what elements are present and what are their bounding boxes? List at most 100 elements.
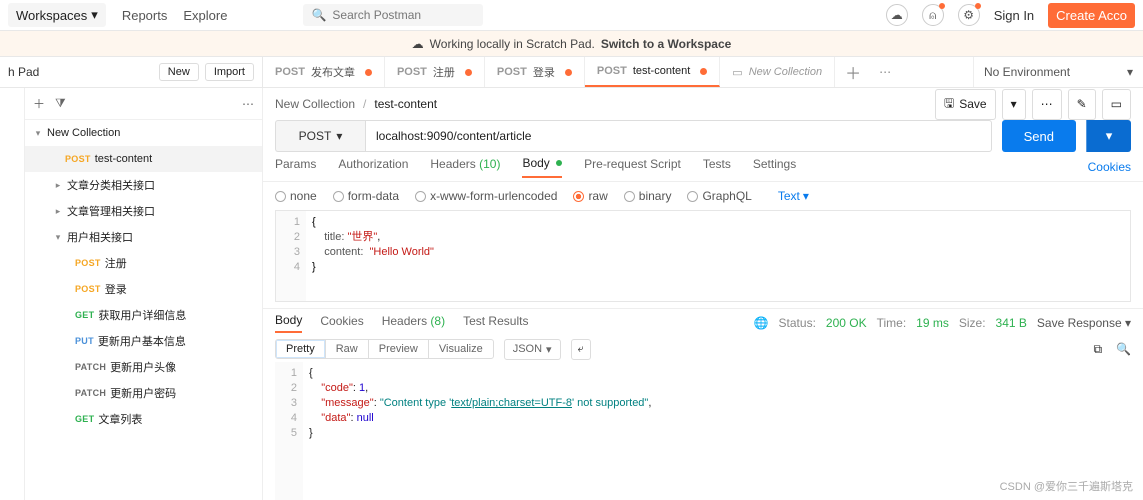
chevron-down-icon: ▾ — [546, 343, 552, 356]
breadcrumb-parent[interactable]: New Collection — [275, 97, 355, 111]
radio-xwww[interactable]: x-www-form-urlencoded — [415, 189, 557, 203]
resp-tab-results[interactable]: Test Results — [463, 314, 528, 332]
search-icon: 🔍 — [311, 8, 326, 22]
mode-raw[interactable]: Raw — [326, 340, 369, 358]
tab-method: POST — [275, 66, 305, 78]
sidebar-item-test-content[interactable]: POST test-content — [25, 146, 262, 172]
size-label: Size: — [959, 316, 986, 330]
tab-overflow-button[interactable]: ⋯ — [871, 57, 899, 87]
tab-prerequest[interactable]: Pre-request Script — [584, 157, 681, 177]
method-badge: PUT — [75, 336, 94, 346]
save-button[interactable]: 🖫 Save — [935, 89, 996, 120]
body-lang-select[interactable]: Text ▾ — [778, 189, 809, 203]
radio-raw[interactable]: raw — [573, 189, 607, 203]
search-input[interactable]: 🔍 Search Postman — [303, 4, 483, 26]
item-label: test-content — [95, 153, 152, 165]
tab-login[interactable]: POST 登录 — [485, 57, 585, 87]
caret-right-icon: ▸ — [53, 206, 63, 217]
tab-label: test-content — [633, 65, 690, 77]
body-label: Body — [522, 156, 549, 170]
cookies-link[interactable]: Cookies — [1088, 160, 1131, 174]
copy-icon[interactable]: ⧉ — [1093, 342, 1102, 357]
tab-tests[interactable]: Tests — [703, 157, 731, 177]
breadcrumb-separator: / — [363, 97, 366, 111]
sidebar-item-article-list[interactable]: GET 文章列表 — [25, 406, 262, 432]
signin-link[interactable]: Sign In — [994, 8, 1034, 23]
tab-register[interactable]: POST 注册 — [385, 57, 485, 87]
add-tab-button[interactable]: ＋ — [835, 57, 871, 87]
radio-none[interactable]: none — [275, 189, 317, 203]
tab-label: 发布文章 — [311, 64, 355, 80]
method-select[interactable]: POST ▾ — [275, 120, 365, 152]
send-button[interactable]: Send — [1002, 120, 1076, 152]
tab-method: POST — [497, 66, 527, 78]
editor-gutter: 1234 — [276, 211, 306, 301]
settings-icon[interactable]: ⚙ — [958, 4, 980, 26]
workspaces-dropdown[interactable]: Workspaces ▾ — [8, 3, 106, 27]
resp-tab-cookies[interactable]: Cookies — [320, 314, 363, 332]
time-value: 19 ms — [916, 316, 949, 330]
sidebar-item-register[interactable]: POST 注册 — [25, 250, 262, 276]
tab-ghost-new-collection[interactable]: ▭ New Collection — [720, 57, 835, 87]
tab-publish-article[interactable]: POST 发布文章 — [263, 57, 385, 87]
env-label: No Environment — [984, 65, 1070, 79]
sidebar-item-login[interactable]: POST 登录 — [25, 276, 262, 302]
comment-icon[interactable]: ▭ — [1102, 89, 1131, 120]
workspaces-label: Workspaces — [16, 8, 87, 23]
search-placeholder: Search Postman — [332, 8, 421, 22]
sidebar-folder-category[interactable]: ▸ 文章分类相关接口 — [25, 172, 262, 198]
sync-icon[interactable]: ☁ — [886, 4, 908, 26]
invite-icon[interactable]: ⍝ — [922, 4, 944, 26]
method-badge: PATCH — [75, 388, 106, 398]
collection-label: New Collection — [47, 127, 120, 139]
new-button[interactable]: New — [159, 63, 199, 81]
search-in-response-icon[interactable]: 🔍 — [1116, 342, 1131, 356]
chevron-down-icon: ▾ — [91, 7, 98, 23]
more-actions-button[interactable]: ⋯ — [1032, 89, 1062, 120]
send-dropdown[interactable]: ▾ — [1086, 120, 1131, 152]
environment-select[interactable]: No Environment ▾ — [973, 57, 1143, 87]
item-label: 更新用户密码 — [110, 385, 176, 401]
more-icon[interactable]: ⋯ — [242, 97, 254, 111]
sidebar-item-user-password[interactable]: PATCH 更新用户密码 — [25, 380, 262, 406]
edit-icon[interactable]: ✎ — [1068, 89, 1096, 120]
filter-icon[interactable]: ⧩ — [55, 96, 66, 111]
save-label: Save — [959, 97, 986, 111]
radio-graphql[interactable]: GraphQL — [687, 189, 751, 203]
url-input[interactable]: localhost:9090/content/article — [365, 120, 992, 152]
radio-binary[interactable]: binary — [624, 189, 672, 203]
explore-link[interactable]: Explore — [183, 8, 227, 23]
sidebar-item-user-detail[interactable]: GET 获取用户详细信息 — [25, 302, 262, 328]
switch-workspace-link[interactable]: Switch to a Workspace — [601, 37, 731, 51]
mode-preview[interactable]: Preview — [369, 340, 429, 358]
mode-visualize[interactable]: Visualize — [429, 340, 493, 358]
mode-pretty[interactable]: Pretty — [276, 340, 326, 358]
save-dropdown[interactable]: ▾ — [1002, 89, 1026, 120]
sidebar-item-user-update[interactable]: PUT 更新用户基本信息 — [25, 328, 262, 354]
resp-tab-body[interactable]: Body — [275, 313, 302, 333]
banner-msg: Working locally in Scratch Pad. — [430, 37, 595, 51]
add-icon[interactable]: ＋ — [33, 95, 45, 112]
wrap-button[interactable]: ⤶ — [571, 339, 591, 360]
sidebar-collection[interactable]: ▾ New Collection — [25, 120, 262, 146]
item-label: 注册 — [105, 255, 127, 271]
tab-body[interactable]: Body — [522, 156, 562, 178]
import-button[interactable]: Import — [205, 63, 254, 81]
sidebar-folder-article-mgmt[interactable]: ▸ 文章管理相关接口 — [25, 198, 262, 224]
request-body-editor[interactable]: 1234 { title: "世界", content: "Hello Worl… — [275, 210, 1131, 302]
save-icon: 🖫 — [944, 94, 954, 115]
radio-form-data[interactable]: form-data — [333, 189, 399, 203]
save-response-dropdown[interactable]: Save Response ▾ — [1037, 316, 1131, 330]
sidebar-folder-user[interactable]: ▾ 用户相关接口 — [25, 224, 262, 250]
resp-tab-headers[interactable]: Headers (8) — [382, 314, 445, 332]
format-select[interactable]: JSON ▾ — [504, 339, 561, 360]
sidebar-item-user-avatar[interactable]: PATCH 更新用户头像 — [25, 354, 262, 380]
reports-link[interactable]: Reports — [122, 8, 168, 23]
tab-settings[interactable]: Settings — [753, 157, 796, 177]
create-account-button[interactable]: Create Acco — [1048, 3, 1135, 28]
globe-icon[interactable]: 🌐 — [754, 316, 769, 330]
tab-params[interactable]: Params — [275, 157, 316, 177]
tab-authorization[interactable]: Authorization — [338, 157, 408, 177]
tab-headers[interactable]: Headers (10) — [430, 157, 500, 177]
tab-test-content[interactable]: POST test-content — [585, 57, 720, 87]
